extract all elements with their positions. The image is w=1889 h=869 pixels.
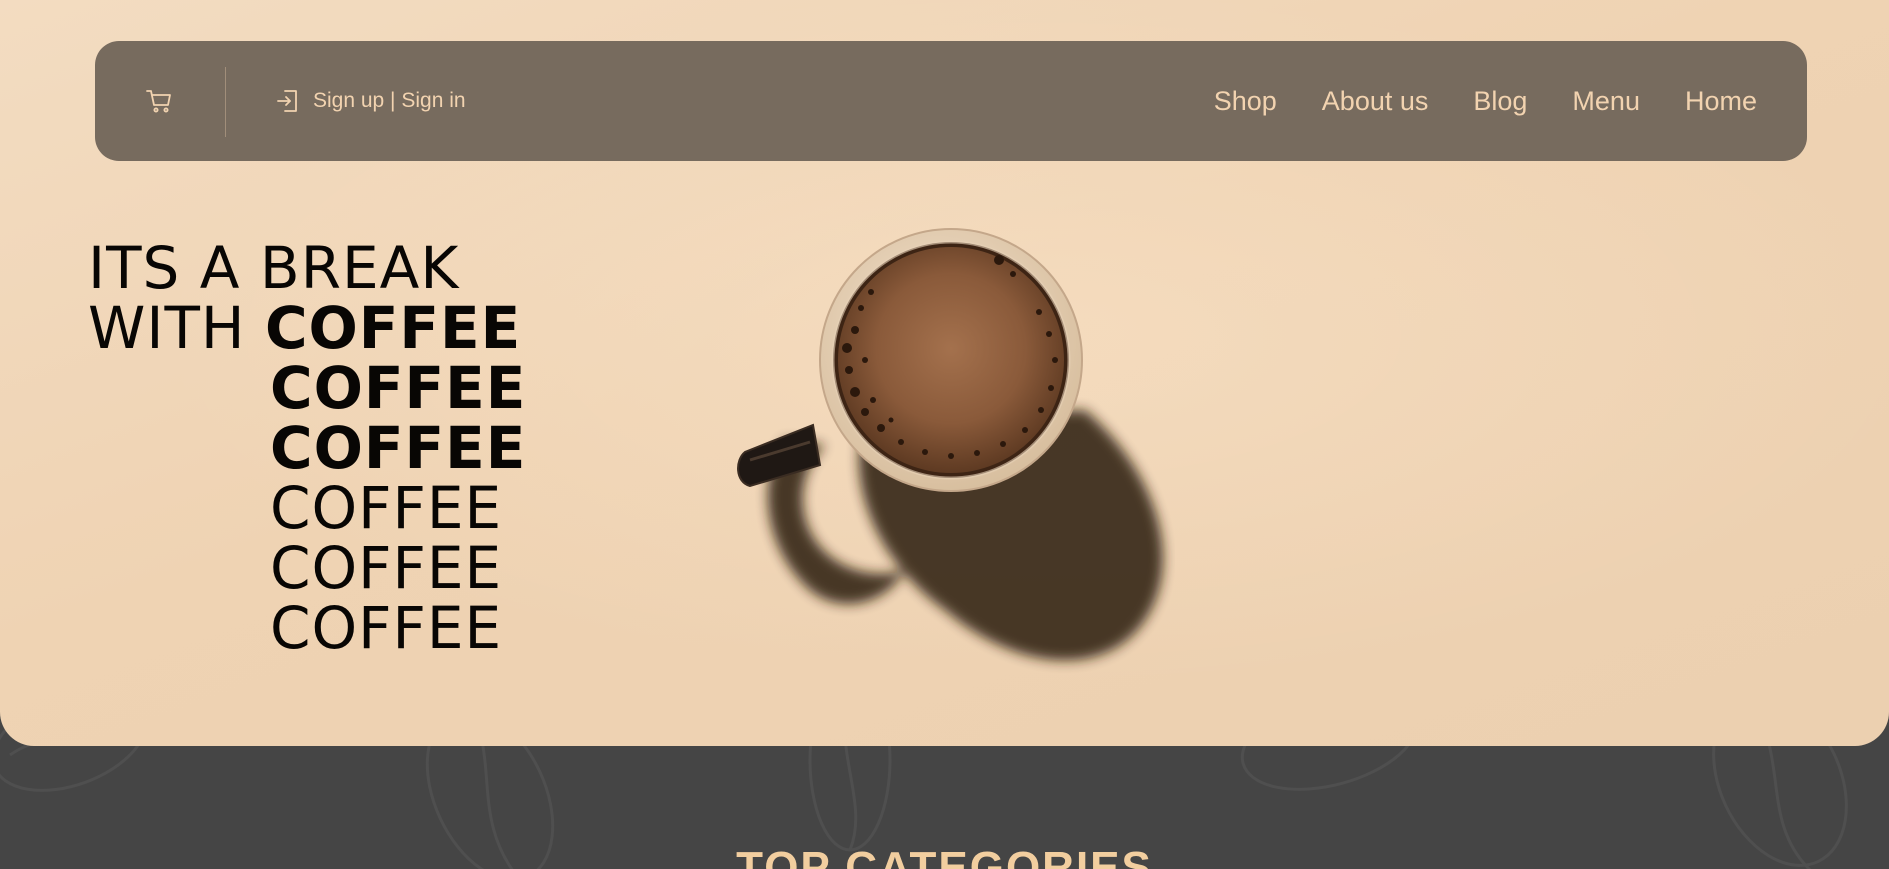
- section-title: TOP CATEGORIES: [736, 843, 1153, 869]
- headline-with: WITH: [88, 294, 246, 362]
- coffee-cup-image: [715, 220, 1175, 690]
- signin-link[interactable]: Sign up | Sign in: [275, 83, 466, 119]
- headline-line-3: COFFEE: [88, 358, 526, 418]
- sign-in-icon: [275, 88, 301, 114]
- headline-line-5: COFFEE: [88, 478, 526, 538]
- headline-coffee-1: COFFEE: [264, 294, 522, 362]
- nav-item-blog[interactable]: Blog: [1473, 79, 1527, 123]
- hero-section: Sign up | Sign in Shop About us Blog Men…: [0, 0, 1889, 746]
- nav-item-home[interactable]: Home: [1685, 79, 1757, 123]
- headline-line-4: COFFEE: [88, 418, 526, 478]
- shopping-cart-icon[interactable]: [145, 87, 173, 115]
- headline-coffee-4: COFFEE: [270, 474, 503, 542]
- headline-line-1: ITS A BREAK: [88, 234, 460, 302]
- nav-item-about-us[interactable]: About us: [1322, 79, 1429, 123]
- headline-coffee-5: COFFEE: [270, 534, 503, 602]
- headline-line-6: COFFEE: [88, 538, 526, 598]
- nav-links: Shop About us Blog Menu Home: [1214, 79, 1757, 123]
- hero-headline: ITS A BREAK WITH COFFEE COFFEE COFFEE CO…: [88, 238, 526, 658]
- headline-line-2: WITH COFFEE: [88, 298, 526, 358]
- headline-line-7: COFFEE: [88, 598, 526, 658]
- signin-label: Sign up | Sign in: [313, 89, 466, 112]
- nav-item-menu[interactable]: Menu: [1572, 79, 1640, 123]
- page: TOP CATEGORIES Sign up | Sign in Shop Ab…: [0, 0, 1889, 869]
- nav-item-shop[interactable]: Shop: [1214, 79, 1277, 123]
- headline-coffee-6: COFFEE: [270, 594, 503, 662]
- navbar: Sign up | Sign in Shop About us Blog Men…: [95, 41, 1807, 161]
- headline-coffee-2: COFFEE: [270, 354, 527, 422]
- nav-divider: [225, 67, 226, 137]
- headline-coffee-3: COFFEE: [270, 414, 527, 482]
